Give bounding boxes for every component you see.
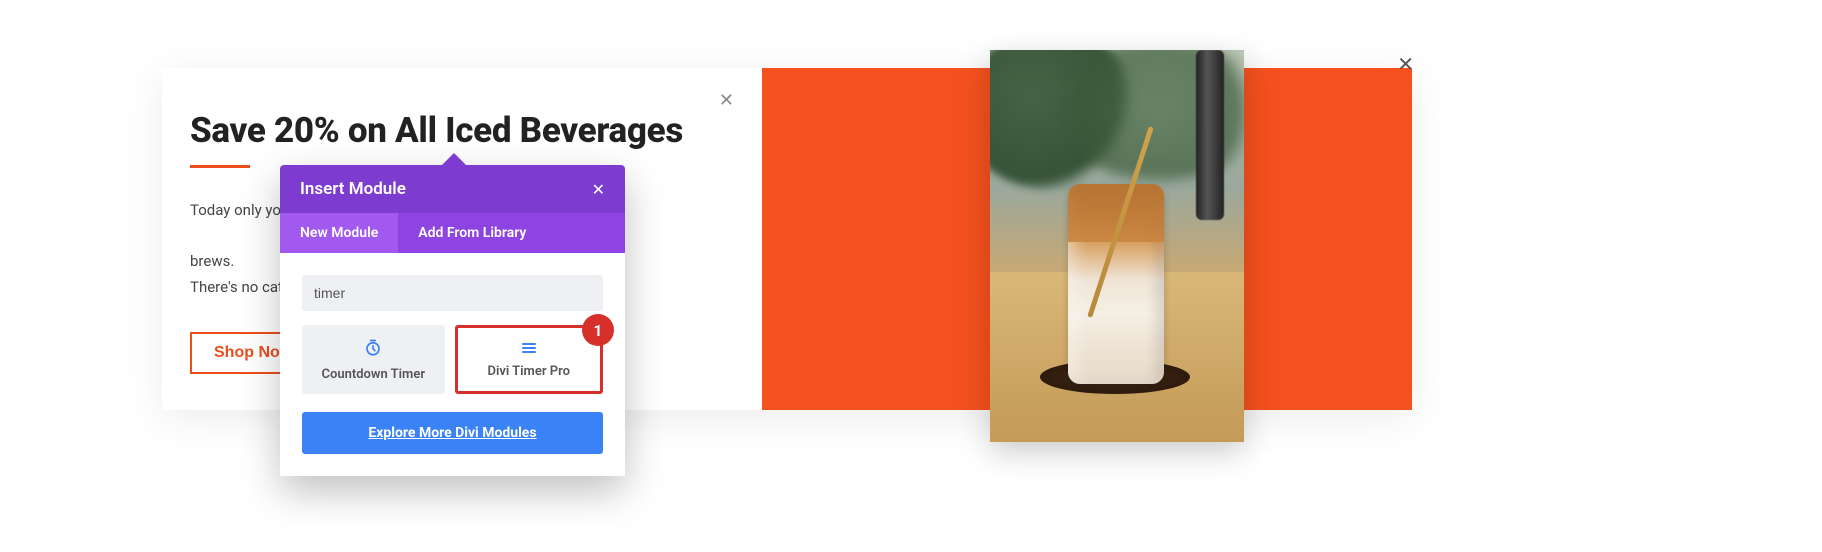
annotation-badge: 1 [582, 314, 614, 346]
explore-more-modules-button[interactable]: Explore More Divi Modules [302, 412, 603, 454]
tab-add-from-library[interactable]: Add From Library [398, 213, 546, 253]
promo-body-line1b: brews. [190, 252, 234, 270]
promo-close-button[interactable]: ✕ [719, 90, 734, 111]
panel-title: Insert Module [300, 179, 406, 199]
promo-body-line2: There's no cat [190, 278, 283, 296]
module-label: Countdown Timer [321, 367, 425, 382]
module-search-input[interactable] [302, 275, 603, 311]
promo-body-line1a: Today only yo [190, 201, 281, 219]
module-countdown-timer[interactable]: Countdown Timer [302, 325, 445, 394]
panel-header: Insert Module ✕ [280, 165, 625, 213]
insert-module-panel: Insert Module ✕ New Module Add From Libr… [280, 165, 625, 476]
panel-body: Countdown Timer 1 Divi Timer Pro Explore… [280, 253, 625, 476]
module-label: Divi Timer Pro [488, 364, 570, 379]
photo-glass [1068, 184, 1164, 384]
panel-tabs: New Module Add From Library [280, 213, 625, 253]
module-divi-timer-pro[interactable]: 1 Divi Timer Pro [455, 325, 604, 394]
bars-icon [464, 342, 595, 354]
clock-icon [308, 339, 439, 357]
popup-close-button[interactable]: ✕ [1397, 52, 1414, 76]
promo-title: Save 20% on All Iced Beverages [190, 110, 734, 151]
title-underline [190, 165, 250, 168]
tab-new-module[interactable]: New Module [280, 213, 398, 253]
panel-arrow [440, 153, 468, 167]
promo-image [990, 50, 1244, 442]
photo-pipe [1196, 50, 1224, 220]
module-results: Countdown Timer 1 Divi Timer Pro [302, 325, 603, 394]
panel-close-button[interactable]: ✕ [592, 180, 605, 199]
